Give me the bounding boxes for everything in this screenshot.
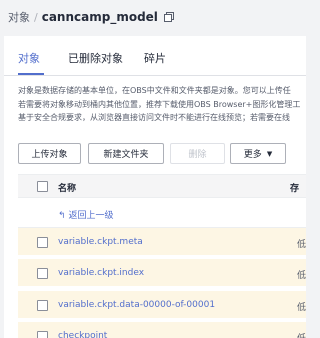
table-row: checkpoint 低: [18, 322, 306, 338]
row-checkbox[interactable]: [37, 300, 48, 311]
more-label: 更多: [243, 150, 262, 160]
info-line: 若需要将对象移动到桶内其他位置，推荐下载使用OBS Browser+图形化管理工: [18, 99, 301, 109]
object-name-link[interactable]: variable.ckpt.meta: [58, 237, 143, 247]
delete-button[interactable]: 删除: [170, 143, 225, 164]
storage-class: 低: [297, 240, 306, 250]
object-name-link[interactable]: variable.ckpt.data-00000-of-00001: [58, 300, 215, 310]
delete-label: 删除: [188, 150, 207, 160]
object-name-link[interactable]: variable.ckpt.index: [58, 268, 144, 278]
page-title: canncamp_model: [41, 10, 158, 24]
back-to-parent-link[interactable]: ↰ 返回上一级: [58, 208, 114, 221]
info-line: 基于安全合规要求，从浏览器直接访问文件时不能进行在线预览；若需要在线: [18, 113, 290, 122]
table-row: variable.ckpt.data-00000-of-00001 低: [18, 291, 306, 320]
caret-down-icon: ▼: [266, 149, 273, 158]
upload-object-label: 上传对象: [31, 150, 68, 160]
tab-deleted-objects[interactable]: 已删除对象: [68, 50, 123, 66]
info-text: 对象是数据存储的基本单位，在OBS中文件和文件夹都是对象。您可以上传任 若需要将…: [18, 84, 306, 125]
row-checkbox[interactable]: [37, 237, 48, 248]
table-row: variable.ckpt.index 低: [18, 259, 306, 288]
more-button[interactable]: 更多 ▼: [230, 143, 286, 164]
storage-class: 低: [297, 303, 306, 313]
column-header-name[interactable]: 名称: [58, 181, 76, 194]
object-name-link[interactable]: checkpoint: [58, 331, 107, 338]
new-folder-button[interactable]: 新建文件夹: [88, 143, 164, 164]
tab-bar: 对象 已删除对象 碎片: [4, 36, 306, 76]
tab-fragments[interactable]: 碎片: [144, 50, 166, 66]
breadcrumb: 对象 / canncamp_model: [0, 0, 306, 34]
row-checkbox[interactable]: [37, 268, 48, 279]
back-arrow-icon: ↰: [58, 211, 66, 221]
active-tab-indicator: [18, 73, 44, 75]
object-panel: 对象 已删除对象 碎片 对象是数据存储的基本单位，在OBS中文件和文件夹都是对象…: [4, 36, 306, 338]
back-label: 返回上一级: [68, 211, 114, 221]
breadcrumb-separator: /: [34, 10, 38, 24]
breadcrumb-parent-link[interactable]: 对象: [8, 9, 30, 25]
copy-icon[interactable]: [163, 12, 174, 22]
new-folder-label: 新建文件夹: [103, 150, 149, 160]
back-row: ↰ 返回上一级: [18, 198, 306, 228]
column-header-storage[interactable]: 存: [290, 181, 299, 194]
tab-objects[interactable]: 对象: [18, 50, 40, 66]
info-line: 对象是数据存储的基本单位，在OBS中文件和文件夹都是对象。您可以上传任: [18, 86, 291, 95]
table-header: 名称 存: [18, 174, 306, 198]
storage-class: 低: [297, 271, 306, 281]
row-checkbox[interactable]: [37, 331, 48, 338]
table-row: variable.ckpt.meta 低: [18, 228, 306, 257]
storage-class: 低: [297, 331, 306, 338]
upload-object-button[interactable]: 上传对象: [18, 143, 81, 164]
select-all-checkbox[interactable]: [37, 181, 48, 192]
